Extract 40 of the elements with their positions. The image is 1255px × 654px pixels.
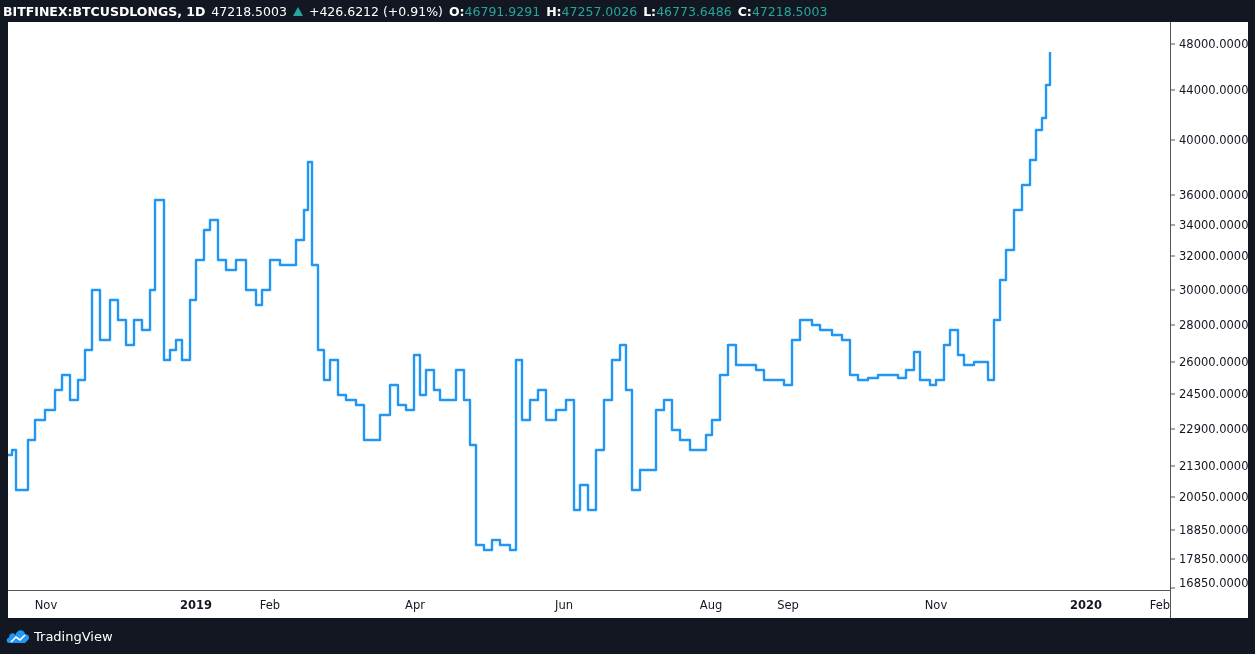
ohlc-value: 47218.5003 <box>751 3 828 19</box>
price-change: +426.6212 (+0.91%) <box>308 3 443 19</box>
symbol-title: BITFINEX:BTCUSDLONGS, 1D <box>3 3 206 19</box>
ohlc-value: 46773.6486 <box>656 3 732 19</box>
price-label: 21300.0000 <box>1179 459 1248 473</box>
price-label: 16850.0000 <box>1179 576 1248 590</box>
date-label: Nov <box>34 598 58 612</box>
price-label: 44000.0000 <box>1179 83 1248 97</box>
date-label: Aug <box>699 598 723 612</box>
date-label: 2019 <box>180 598 212 612</box>
price-label: 40000.0000 <box>1179 133 1248 147</box>
ohlc-label: O: <box>448 3 465 19</box>
price-label: 17850.0000 <box>1179 552 1248 566</box>
ohlc-label: L: <box>643 3 657 19</box>
price-label: 24500.0000 <box>1179 387 1248 401</box>
price-label: 36000.0000 <box>1179 188 1248 202</box>
date-label: Sep <box>777 598 799 612</box>
price-label: 28000.0000 <box>1179 318 1248 332</box>
cloud-logo-icon <box>6 629 30 643</box>
price-label: 22900.0000 <box>1179 422 1248 436</box>
date-label: 2020 <box>1070 598 1102 612</box>
date-label: Apr <box>405 598 425 612</box>
date-label: Nov <box>924 598 948 612</box>
date-label: Jun <box>555 598 573 612</box>
date-label: Feb <box>1149 598 1171 612</box>
last-price: 47218.5003 <box>211 3 287 19</box>
date-label: Feb <box>259 598 281 612</box>
price-label: 26000.0000 <box>1179 355 1248 369</box>
brand-name[interactable]: TradingView <box>34 628 113 644</box>
up-triangle-icon <box>292 6 303 16</box>
ohlc-value: 46791.9291 <box>464 3 541 19</box>
price-label: 48000.0000 <box>1179 37 1248 51</box>
ohlc-label: C: <box>737 3 752 19</box>
ohlc-label: H: <box>546 3 562 19</box>
ohlc-value: 47257.0026 <box>561 3 638 19</box>
price-label: 32000.0000 <box>1179 249 1248 263</box>
price-label: 34000.0000 <box>1179 218 1248 232</box>
price-label: 18850.0000 <box>1179 523 1248 537</box>
price-label: 20050.0000 <box>1179 490 1248 504</box>
price-label: 30000.0000 <box>1179 283 1248 297</box>
